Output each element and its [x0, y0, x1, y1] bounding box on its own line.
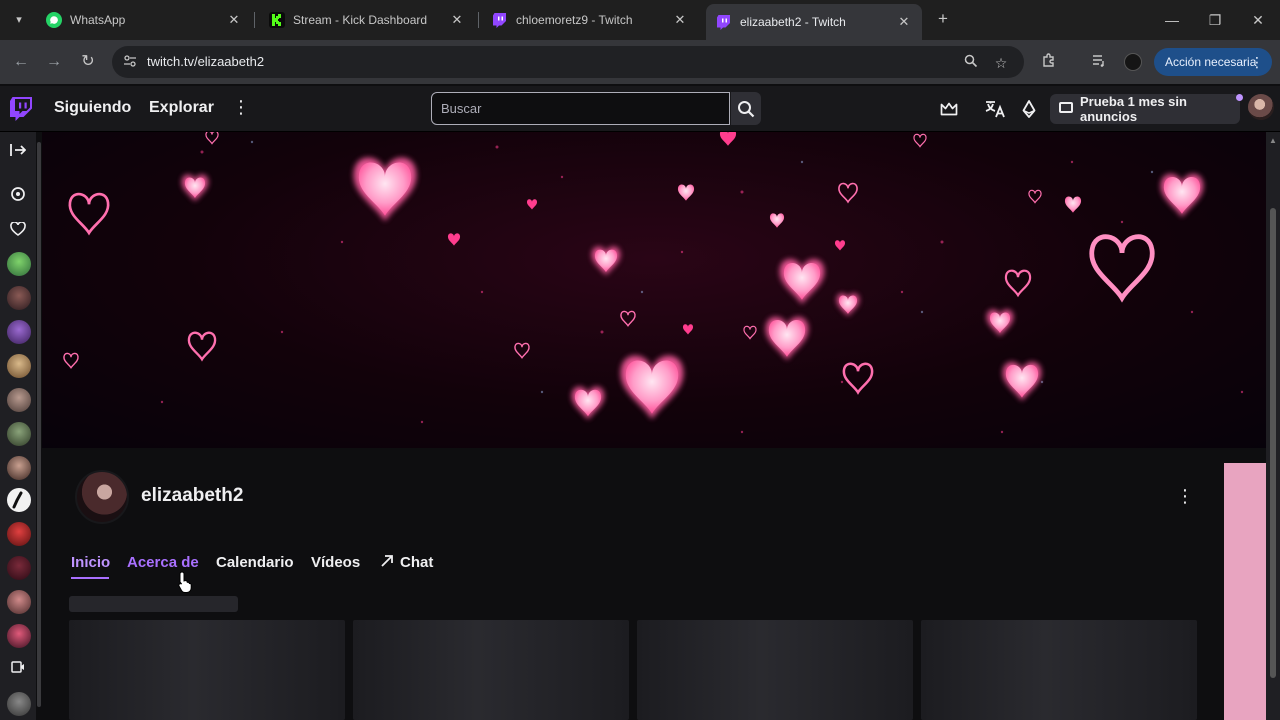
- bits-drop-icon[interactable]: [1018, 98, 1040, 120]
- tab-videos[interactable]: Vídeos: [311, 554, 360, 571]
- channel-avatar[interactable]: [7, 590, 31, 614]
- crown-prime-icon[interactable]: [938, 98, 960, 120]
- channel-avatar[interactable]: [7, 354, 31, 378]
- window-close-icon[interactable]: ✕: [1248, 10, 1268, 30]
- channel-avatar[interactable]: [7, 624, 31, 648]
- bookmark-star-icon[interactable]: ☆: [992, 54, 1010, 72]
- page-scroll-thumb[interactable]: [1270, 208, 1276, 678]
- close-tab-icon[interactable]: ✕: [672, 12, 688, 28]
- whatsapp-icon: [46, 12, 62, 28]
- tab-search-chevron-icon[interactable]: ▾: [8, 8, 30, 30]
- close-tab-icon[interactable]: ✕: [896, 14, 912, 30]
- search-button[interactable]: [731, 92, 761, 125]
- browser-tab-elizaabeth2[interactable]: elizaabeth2 - Twitch ✕: [706, 4, 922, 40]
- tab-about[interactable]: Acerca de: [127, 554, 199, 571]
- tab-title: WhatsApp: [70, 13, 126, 27]
- video-camera-icon[interactable]: [8, 658, 28, 678]
- page-scrollbar[interactable]: ▲: [1266, 132, 1280, 720]
- action-required-button[interactable]: Acción necesaria ⋮: [1154, 48, 1272, 76]
- recommended-refresh-icon[interactable]: [8, 186, 28, 206]
- tab-title: chloemoretz9 - Twitch: [516, 13, 633, 27]
- tab-title: Stream - Kick Dashboard: [293, 13, 428, 27]
- browser-tab-whatsapp[interactable]: WhatsApp ✕: [36, 4, 252, 36]
- forward-arrow-icon[interactable]: →: [44, 52, 64, 72]
- channel-avatar[interactable]: [7, 556, 31, 580]
- expand-sidebar-icon[interactable]: [8, 142, 28, 162]
- reload-icon[interactable]: ↻: [78, 52, 98, 72]
- loading-placeholder-card: [921, 620, 1197, 720]
- close-tab-icon[interactable]: ✕: [449, 12, 465, 28]
- scroll-up-icon[interactable]: ▲: [1269, 136, 1277, 145]
- action-required-label: Acción necesaria: [1165, 55, 1257, 69]
- tab-separator: [478, 12, 479, 28]
- kebab-menu-icon[interactable]: ⋮: [1250, 54, 1264, 71]
- loading-placeholder-card: [637, 620, 913, 720]
- ad-free-trial-button[interactable]: Prueba 1 mes sin anuncios: [1050, 94, 1240, 124]
- notification-dot: [1236, 94, 1243, 101]
- minimize-icon[interactable]: —: [1162, 10, 1182, 30]
- active-tab-indicator: [71, 577, 109, 579]
- loading-placeholder-card: [353, 620, 629, 720]
- tab-chat[interactable]: Chat: [380, 554, 433, 571]
- browser-toolbar: ← → ↻ twitch.tv/elizaabeth2 ☆: [0, 40, 1280, 84]
- channel-avatar[interactable]: [7, 522, 31, 546]
- address-bar[interactable]: twitch.tv/elizaabeth2 ☆: [112, 46, 1024, 78]
- twitch-icon: [716, 14, 732, 30]
- browser-tab-chloemoretz9[interactable]: chloemoretz9 - Twitch ✕: [482, 4, 698, 36]
- channel-avatar[interactable]: [7, 320, 31, 344]
- back-arrow-icon[interactable]: ←: [11, 52, 31, 72]
- channel-avatar[interactable]: [7, 252, 31, 276]
- kick-icon: [269, 12, 285, 28]
- url-text: twitch.tv/elizaabeth2: [147, 54, 265, 69]
- site-settings-icon[interactable]: [122, 54, 138, 70]
- close-tab-icon[interactable]: ✕: [226, 12, 242, 28]
- hearts-banner-art: [63, 132, 1244, 434]
- sidebar-scroll-thumb[interactable]: [37, 142, 41, 707]
- twitch-logo-icon[interactable]: [10, 97, 32, 121]
- extensions-puzzle-icon[interactable]: [1039, 52, 1059, 72]
- channel-name: elizaabeth2: [141, 485, 244, 506]
- mouse-pointer-icon: [178, 571, 192, 593]
- nav-browse-link[interactable]: Explorar: [149, 99, 214, 117]
- followed-channels-sidebar: [0, 132, 36, 720]
- channel-avatar-large[interactable]: [75, 470, 129, 524]
- search-input[interactable]: [432, 93, 729, 124]
- browser-profile-avatar[interactable]: [1124, 53, 1142, 71]
- new-tab-plus-icon[interactable]: +: [934, 10, 952, 28]
- zoom-magnifier-icon[interactable]: [962, 54, 980, 72]
- tab-chat-label: Chat: [400, 554, 434, 571]
- user-avatar[interactable]: [1248, 94, 1274, 120]
- search-icon: [738, 100, 755, 117]
- channel-avatar[interactable]: [7, 456, 31, 480]
- channel-avatar[interactable]: [7, 286, 31, 310]
- browser-tab-kick[interactable]: Stream - Kick Dashboard ✕: [259, 4, 475, 36]
- translate-icon[interactable]: [984, 98, 1006, 120]
- channel-avatar[interactable]: [7, 692, 31, 716]
- channel-avatar[interactable]: [7, 488, 31, 512]
- media-controls-icon[interactable]: [1089, 52, 1109, 72]
- tab-title: elizaabeth2 - Twitch: [740, 15, 846, 29]
- search-field[interactable]: [431, 92, 730, 125]
- side-panel-edge: [1224, 463, 1266, 720]
- loading-placeholder-line: [69, 596, 238, 612]
- twitch-top-nav: Siguiendo Explorar ⋮ Prueba 1 mes sin an…: [0, 86, 1280, 132]
- tab-schedule[interactable]: Calendario: [216, 554, 294, 571]
- twitch-icon: [492, 12, 508, 28]
- channel-banner: [42, 132, 1266, 448]
- channel-avatar[interactable]: [7, 388, 31, 412]
- external-arrow-icon: [381, 555, 393, 567]
- tab-home[interactable]: Inicio: [71, 554, 110, 571]
- more-options-icon[interactable]: ⋮: [232, 97, 250, 118]
- nav-following-link[interactable]: Siguiendo: [54, 99, 131, 117]
- ad-free-trial-label: Prueba 1 mes sin anuncios: [1080, 94, 1187, 124]
- followed-heart-icon[interactable]: [8, 221, 28, 241]
- loading-placeholder-card: [69, 620, 345, 720]
- channel-more-options-icon[interactable]: ⋮: [1176, 486, 1194, 506]
- channel-avatar[interactable]: [7, 422, 31, 446]
- browser-tab-strip: ▾ WhatsApp ✕ Stream - Kick Dashboard ✕ c…: [0, 0, 1280, 40]
- tv-icon: [1059, 102, 1073, 113]
- tab-separator: [254, 12, 255, 28]
- restore-icon[interactable]: ❐: [1205, 10, 1225, 30]
